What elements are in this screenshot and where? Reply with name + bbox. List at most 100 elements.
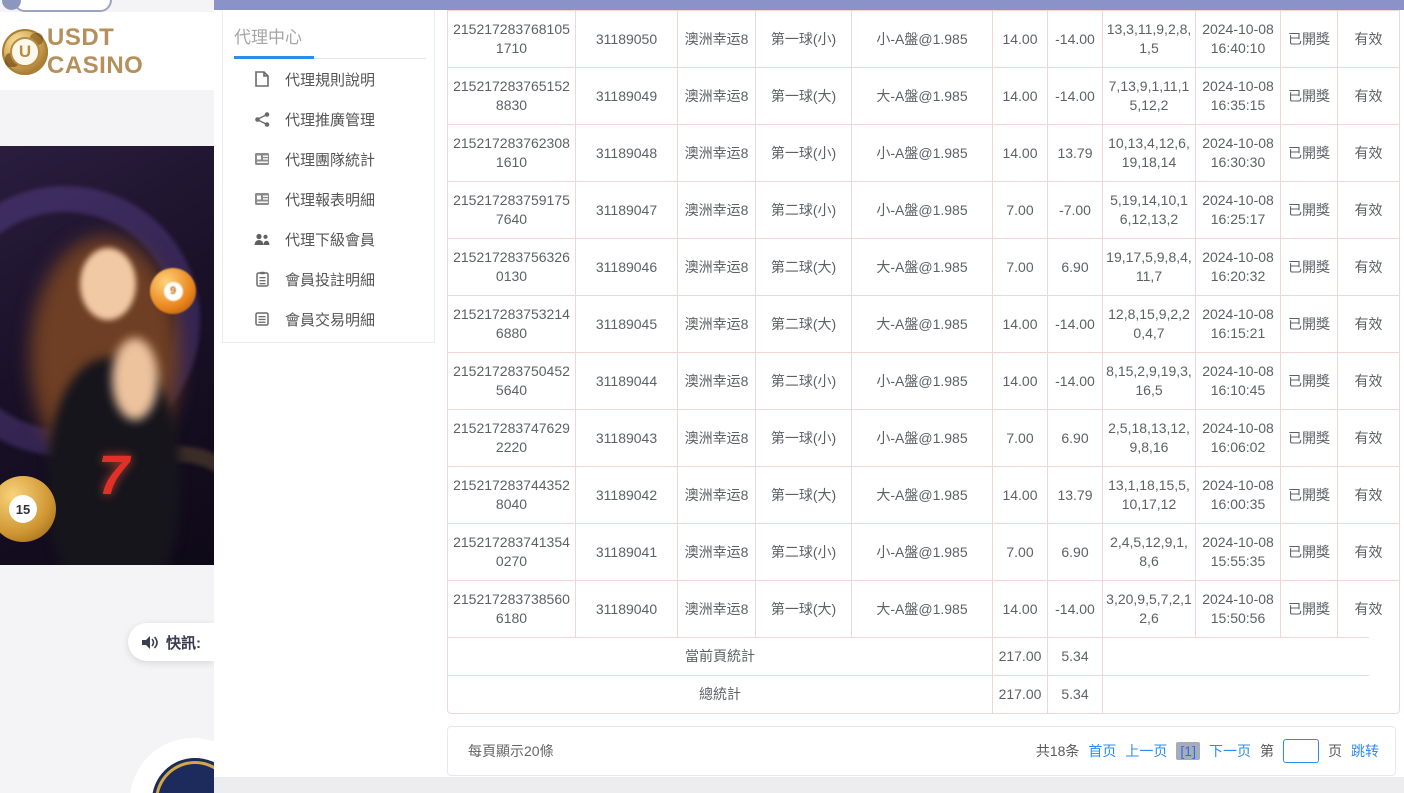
table-cell: 14.00 — [993, 580, 1048, 637]
table-row: 215217283765152883031189049澳洲幸运8第一球(大)大-… — [448, 67, 1399, 124]
table-cell: 2024-10-08 16:30:30 — [1196, 124, 1281, 181]
first-page-link[interactable]: 首页 — [1088, 741, 1116, 761]
table-cell: 5,19,14,10,16,12,13,2 — [1103, 181, 1196, 238]
table-cell: 第一球(大) — [756, 580, 852, 637]
table-cell: 已開獎 — [1281, 409, 1338, 466]
table-cell: 2024-10-08 16:25:17 — [1196, 181, 1281, 238]
table-cell: 有效 — [1338, 352, 1399, 409]
sidebar-item-agent-promotion[interactable]: 代理推廣管理 — [223, 99, 434, 139]
current-page-indicator[interactable]: [1] — [1176, 742, 1200, 760]
table-row: 215217283753214688031189045澳洲幸运8第二球(大)大-… — [448, 295, 1399, 352]
table-cell: 31189043 — [576, 409, 678, 466]
page-jump-input[interactable] — [1283, 739, 1319, 763]
table-cell — [1103, 637, 1369, 675]
speaker-icon — [142, 635, 159, 650]
table-cell: 2024-10-08 15:55:35 — [1196, 523, 1281, 580]
table-cell: 小-A盤@1.985 — [852, 181, 993, 238]
jump-prefix-label: 第 — [1260, 741, 1274, 761]
table-cell: 第一球(小) — [756, 10, 852, 67]
table-cell: 217.00 — [993, 637, 1048, 675]
table-cell: 澳洲幸运8 — [678, 238, 756, 295]
table-cell: 已開獎 — [1281, 352, 1338, 409]
table-cell: 14.00 — [993, 466, 1048, 523]
table-cell: 2024-10-08 16:20:32 — [1196, 238, 1281, 295]
promo-image: 7 9 15 — [0, 146, 214, 565]
table-cell: 第一球(小) — [756, 124, 852, 181]
sidebar-item-agent-sub-members[interactable]: 代理下級會員 — [223, 219, 434, 259]
table-cell: 當前頁統計 — [448, 637, 993, 675]
floating-widget[interactable] — [13, 0, 112, 12]
table-cell: 有效 — [1338, 124, 1399, 181]
table-cell: 14.00 — [993, 295, 1048, 352]
table-cell: 14.00 — [993, 67, 1048, 124]
table-cell: 大-A盤@1.985 — [852, 238, 993, 295]
table-cell: 第一球(大) — [756, 67, 852, 124]
table-cell: 第二球(大) — [756, 295, 852, 352]
sidebar-item-member-transaction-detail[interactable]: 會員交易明細 — [223, 299, 434, 339]
jump-link[interactable]: 跳转 — [1351, 741, 1379, 761]
table-cell: 澳洲幸运8 — [678, 10, 756, 67]
sidebar-item-agent-team-stats[interactable]: 代理團隊統計 — [223, 139, 434, 179]
table-cell: 已開獎 — [1281, 10, 1338, 67]
table-cell: 7.00 — [993, 238, 1048, 295]
table-cell: 小-A盤@1.985 — [852, 523, 993, 580]
table-cell: -14.00 — [1048, 580, 1103, 637]
table-cell: 6.90 — [1048, 409, 1103, 466]
prev-page-link[interactable]: 上一页 — [1125, 741, 1167, 761]
table-cell: 31189047 — [576, 181, 678, 238]
table-cell: -14.00 — [1048, 10, 1103, 67]
table-cell: 2152172837476292220 — [448, 409, 576, 466]
table-cell: 6.90 — [1048, 523, 1103, 580]
news-ticker: 快訊: — [128, 623, 214, 661]
sidebar-item-agent-report-detail[interactable]: 代理報表明細 — [223, 179, 434, 219]
table-cell: 5.34 — [1048, 637, 1103, 675]
table-cell — [1103, 675, 1369, 713]
table-cell: 有效 — [1338, 181, 1399, 238]
model-face-shape — [80, 248, 136, 320]
sidebar-underline — [234, 56, 426, 59]
table-cell: 31189044 — [576, 352, 678, 409]
table-cell: 澳洲幸运8 — [678, 181, 756, 238]
table-cell: 13.79 — [1048, 466, 1103, 523]
top-accent-bar — [214, 0, 1404, 10]
table-cell: 2024-10-08 16:10:45 — [1196, 352, 1281, 409]
table-cell: 217.00 — [993, 675, 1048, 713]
users-icon — [254, 231, 270, 247]
share-icon — [254, 111, 270, 127]
table-cell: 有效 — [1338, 238, 1399, 295]
table-cell: 有效 — [1338, 409, 1399, 466]
table-cell: 已開獎 — [1281, 295, 1338, 352]
sidebar-item-label: 代理下級會員 — [285, 229, 375, 250]
table-cell: 2152172837591757640 — [448, 181, 576, 238]
sidebar-item-member-bet-detail[interactable]: 會員投註明細 — [223, 259, 434, 299]
table-cell: 第二球(大) — [756, 238, 852, 295]
table-cell: 31189041 — [576, 523, 678, 580]
table-cell: 第一球(小) — [756, 409, 852, 466]
per-page-label: 每頁顯示20條 — [468, 741, 554, 761]
table-cell: 澳洲幸运8 — [678, 295, 756, 352]
table-cell: 13,1,18,15,5,10,17,12 — [1103, 466, 1196, 523]
table-cell: 2024-10-08 16:15:21 — [1196, 295, 1281, 352]
sidebar-item-label: 會員交易明細 — [285, 309, 375, 330]
sidebar-item-agent-rules[interactable]: 代理規則說明 — [223, 59, 434, 99]
table-cell: 7.00 — [993, 409, 1048, 466]
table-cell: 小-A盤@1.985 — [852, 10, 993, 67]
sidebar-item-label: 代理團隊統計 — [285, 149, 375, 170]
table-cell: 6.90 — [1048, 238, 1103, 295]
table-cell: 已開獎 — [1281, 238, 1338, 295]
next-page-link[interactable]: 下一页 — [1209, 741, 1251, 761]
pagination-bar: 每頁顯示20條 共18条 首页 上一页 [1] 下一页 第 页 跳转 — [447, 726, 1396, 776]
table-cell: 2152172837443528040 — [448, 466, 576, 523]
sidebar-title: 代理中心 — [234, 23, 434, 48]
table-row: 215217283768105171031189050澳洲幸运8第一球(小)小-… — [448, 10, 1399, 67]
table-cell: 8,15,2,9,19,3,16,5 — [1103, 352, 1196, 409]
table-cell: 14.00 — [993, 352, 1048, 409]
table-row: 215217283741354027031189041澳洲幸运8第二球(小)小-… — [448, 523, 1399, 580]
total-count-label: 共18条 — [1036, 741, 1080, 761]
table-cell: 有效 — [1338, 10, 1399, 67]
table-cell: 31189049 — [576, 67, 678, 124]
table-cell: 7.00 — [993, 523, 1048, 580]
table-cell: 2152172837504525640 — [448, 352, 576, 409]
table-cell: 31189050 — [576, 10, 678, 67]
table-cell: 小-A盤@1.985 — [852, 352, 993, 409]
